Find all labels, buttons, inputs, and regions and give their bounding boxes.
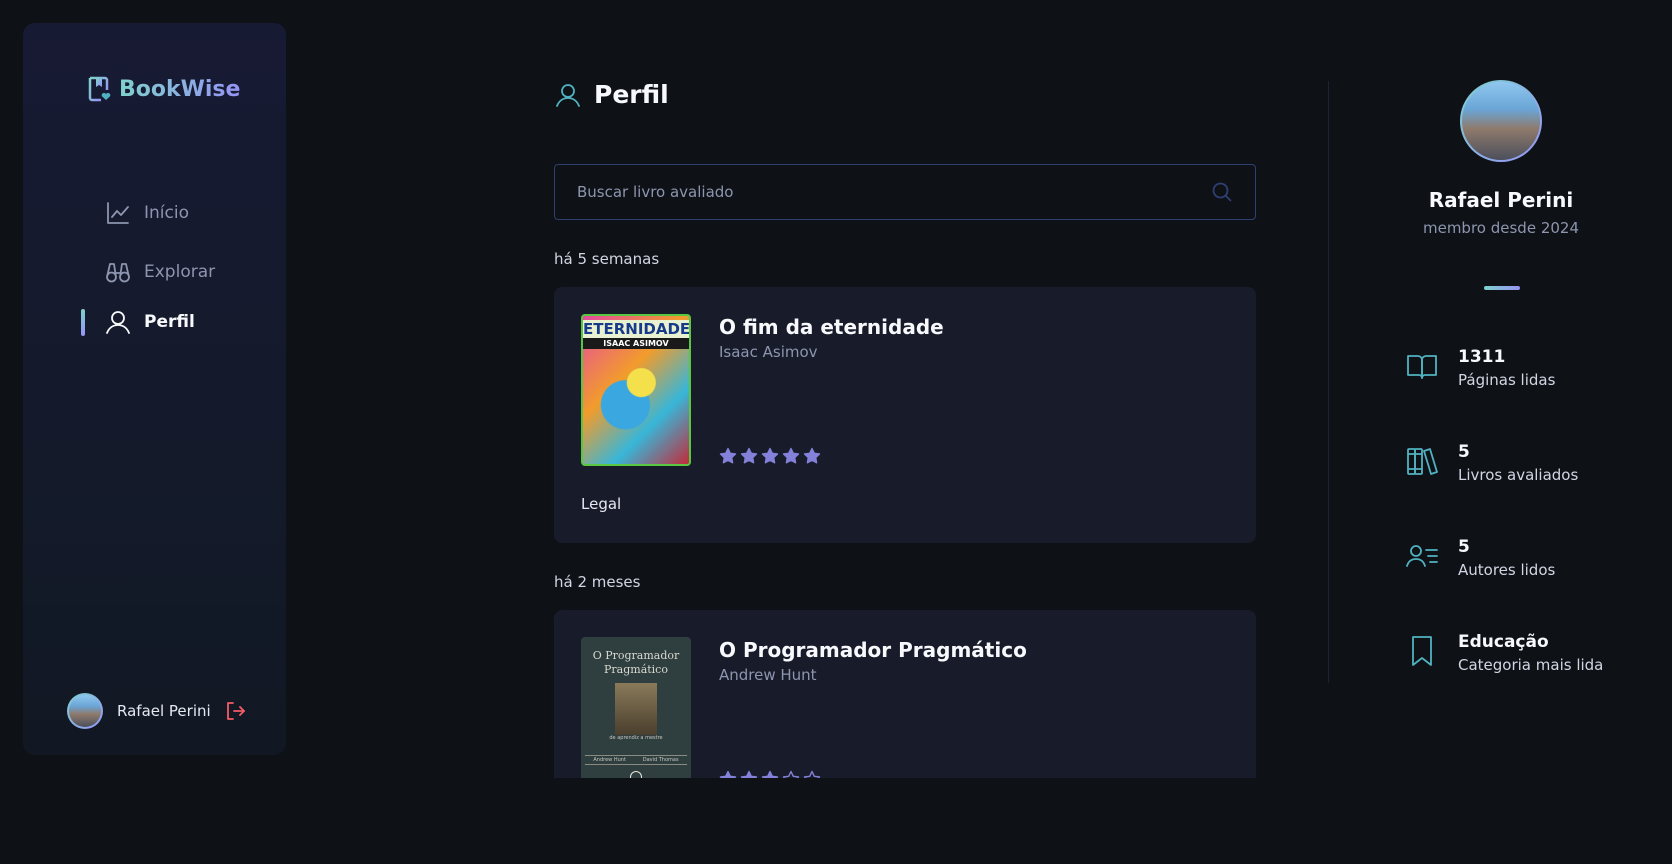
- sidebar: BookWise Início Explorar Perfil Rafael P…: [23, 23, 286, 755]
- cover-title: O Programador Pragmático: [592, 649, 680, 676]
- book-open-icon: [1407, 355, 1437, 379]
- bookmark-icon: [1412, 636, 1432, 666]
- review-text: Legal: [581, 495, 622, 513]
- star-empty-icon: [803, 770, 821, 778]
- binoculars-icon: [106, 263, 130, 283]
- stat-books-reviewed: 5 Livros avaliados: [1405, 440, 1578, 486]
- star-filled-icon: [740, 770, 758, 778]
- book-cover[interactable]: ETERNIDADE ISAAC ASIMOV: [581, 314, 691, 466]
- app-name: BookWise: [119, 76, 241, 102]
- star-rating: [719, 447, 821, 465]
- nav-item-perfil[interactable]: Perfil: [105, 308, 195, 336]
- book-author: Andrew Hunt: [719, 666, 817, 684]
- star-filled-icon: [761, 770, 779, 778]
- cover-title: ETERNIDADE: [583, 320, 691, 338]
- chart-line-icon: [107, 202, 129, 224]
- star-filled-icon: [803, 447, 821, 464]
- stat-value: 1311: [1458, 347, 1506, 367]
- user-icon: [556, 83, 580, 107]
- bookwise-logo-icon: [88, 76, 111, 102]
- publisher-logo-icon: [630, 771, 642, 778]
- review-date: há 2 meses: [554, 573, 641, 591]
- nav-item-inicio[interactable]: Início: [105, 199, 189, 227]
- nav-label: Início: [144, 203, 189, 223]
- star-rating: [719, 770, 821, 778]
- review-feed[interactable]: há 5 semanas ETERNIDADE ISAAC ASIMOV O f…: [554, 250, 1256, 778]
- nav-label: Explorar: [144, 262, 216, 282]
- cover-author: David Thomas: [642, 757, 679, 763]
- cover-authors: Andrew Hunt David Thomas: [585, 755, 687, 765]
- cover-subtitle: de aprendiz a mestre: [609, 735, 663, 741]
- book-author: Isaac Asimov: [719, 343, 818, 361]
- book-title[interactable]: O fim da eternidade: [719, 315, 944, 339]
- sidebar-user: Rafael Perini: [67, 693, 247, 729]
- profile-divider-bar: [1484, 286, 1520, 290]
- profile-name: Rafael Perini: [1428, 188, 1574, 212]
- stat-value: Educação: [1458, 632, 1549, 652]
- stat-label: Categoria mais lida: [1458, 656, 1604, 674]
- stat-pages-read: 1311 Páginas lidas: [1405, 345, 1555, 391]
- book-cover[interactable]: O Programador Pragmático de aprendiz a m…: [581, 637, 691, 778]
- page-title: Perfil: [554, 80, 669, 109]
- star-empty-icon: [782, 770, 800, 778]
- active-nav-indicator: [81, 309, 85, 336]
- review-card[interactable]: O Programador Pragmático de aprendiz a m…: [554, 610, 1256, 778]
- stat-label: Livros avaliados: [1458, 466, 1579, 484]
- review-card[interactable]: ETERNIDADE ISAAC ASIMOV O fim da eternid…: [554, 287, 1256, 543]
- stat-value: 5: [1458, 537, 1470, 557]
- books-icon: [1407, 448, 1438, 475]
- stat-value: 5: [1458, 442, 1470, 462]
- cover-image: [615, 683, 657, 735]
- avatar[interactable]: [67, 693, 103, 729]
- nav-label: Perfil: [144, 312, 195, 332]
- user-icon: [106, 311, 130, 334]
- search-icon[interactable]: [1211, 181, 1233, 203]
- profile-avatar: [1460, 80, 1542, 162]
- star-filled-icon: [761, 447, 779, 464]
- sign-out-icon[interactable]: [225, 700, 247, 722]
- member-since: membro desde 2024: [1422, 219, 1579, 237]
- cover-author: Andrew Hunt: [593, 757, 626, 763]
- star-filled-icon: [719, 770, 737, 778]
- book-title[interactable]: O Programador Pragmático: [719, 638, 1027, 662]
- search-box: [554, 164, 1256, 220]
- stat-top-category: Educação Categoria mais lida: [1405, 630, 1603, 676]
- stat-label: Páginas lidas: [1458, 371, 1556, 389]
- app-logo[interactable]: BookWise: [85, 75, 240, 103]
- sidebar-user-name: Rafael Perini: [117, 702, 211, 720]
- stat-authors-read: 5 Autores lidos: [1405, 535, 1555, 581]
- profile-divider: [1328, 81, 1329, 683]
- star-filled-icon: [782, 447, 800, 464]
- star-filled-icon: [740, 447, 758, 464]
- star-filled-icon: [719, 447, 737, 464]
- nav-item-explorar[interactable]: Explorar: [105, 258, 215, 286]
- stat-label: Autores lidos: [1458, 561, 1556, 579]
- page-title-text: Perfil: [594, 80, 669, 109]
- cover-subtitle: ISAAC ASIMOV: [583, 338, 689, 349]
- review-date: há 5 semanas: [554, 250, 660, 268]
- search-input[interactable]: [577, 183, 1211, 201]
- user-list-icon: [1406, 545, 1438, 567]
